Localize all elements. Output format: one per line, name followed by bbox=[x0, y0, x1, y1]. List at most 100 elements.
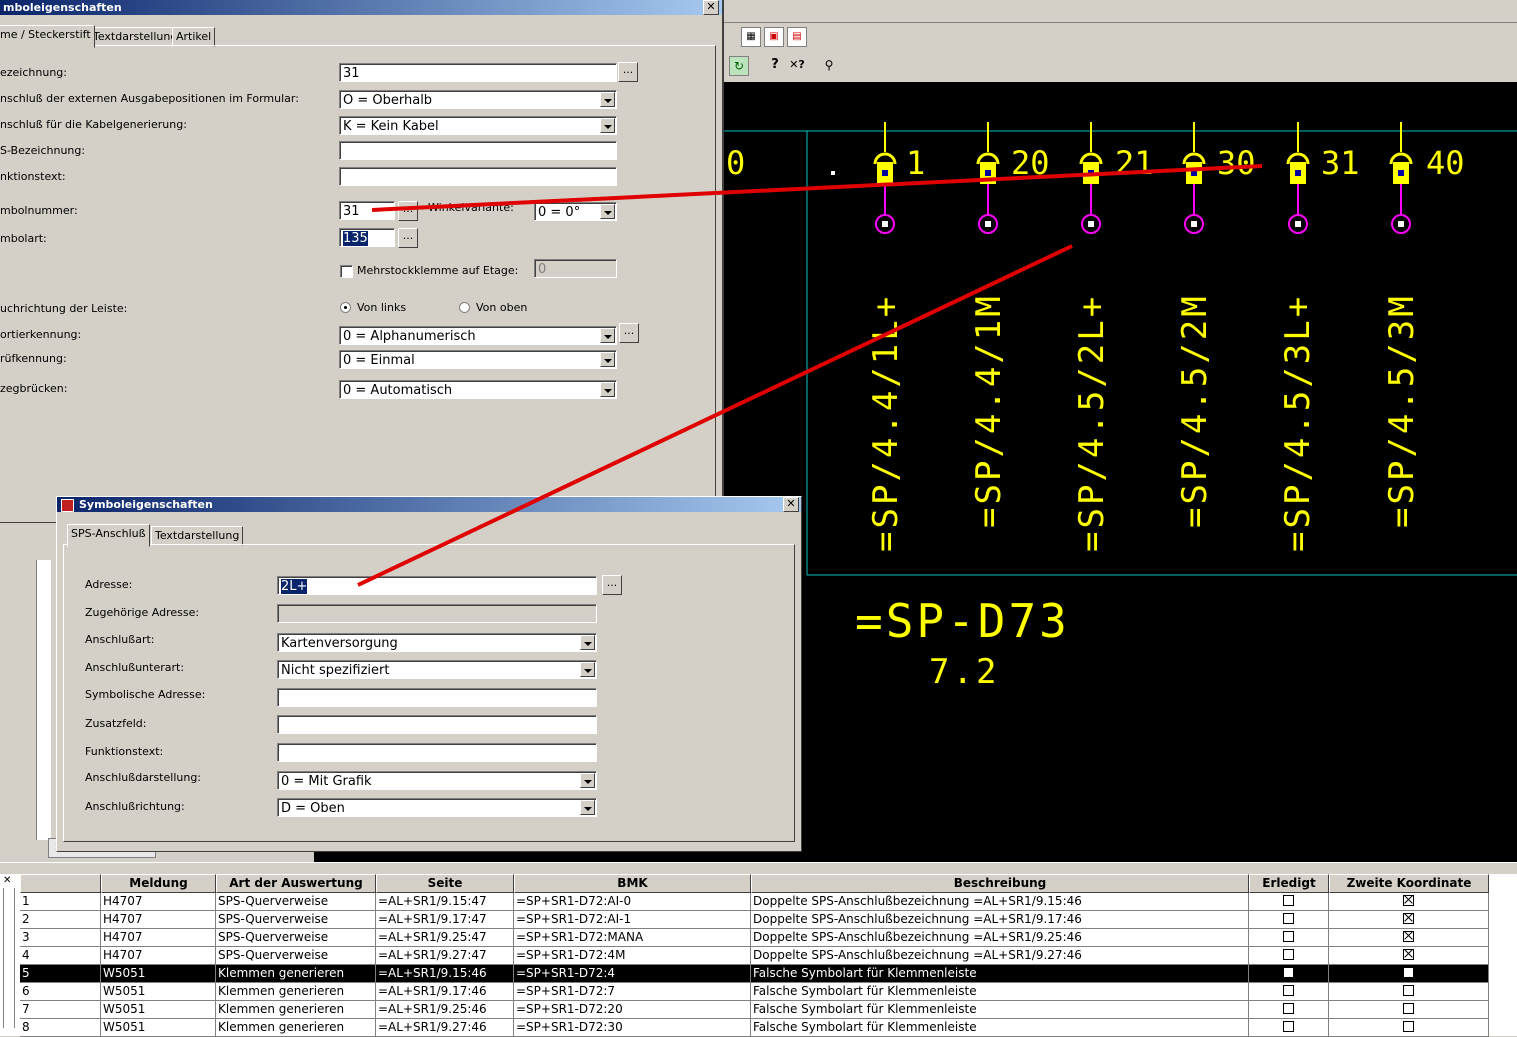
swap-icon[interactable]: ▣ bbox=[764, 27, 784, 47]
winkelvariante-select[interactable]: 0 = 0° bbox=[534, 202, 617, 221]
header-art[interactable]: Art der Auswertung bbox=[216, 874, 376, 893]
table-row[interactable]: 5 W5051 Klemmen generieren =AL+SR1/9.15:46 =… bbox=[0, 965, 1490, 983]
zweite-checkbox[interactable] bbox=[1403, 895, 1414, 906]
symbolart-browse-button[interactable]: ... bbox=[398, 228, 418, 248]
erledigt-checkbox[interactable] bbox=[1283, 985, 1294, 996]
funktionstext-field[interactable] bbox=[339, 167, 617, 186]
terminal-symbol[interactable] bbox=[1389, 122, 1413, 234]
chevron-down-icon[interactable] bbox=[600, 328, 615, 343]
close-icon[interactable]: ✕ bbox=[783, 497, 799, 512]
zweite-checkbox[interactable] bbox=[1403, 1021, 1414, 1032]
chevron-down-icon[interactable] bbox=[600, 92, 615, 107]
pruefkennung-select[interactable]: 0 = Einmal bbox=[339, 350, 617, 369]
chevron-down-icon[interactable] bbox=[600, 118, 615, 133]
context-help-icon[interactable]: ✕? bbox=[788, 56, 806, 74]
adresse-field[interactable]: 2L+ bbox=[277, 576, 597, 595]
symbolische-adresse-field[interactable] bbox=[277, 688, 597, 707]
anschlussunterart-select[interactable]: Nicht spezifiziert bbox=[277, 660, 597, 679]
table-close-icon[interactable]: ✕ bbox=[3, 875, 11, 886]
erledigt-checkbox[interactable] bbox=[1283, 913, 1294, 924]
header-meldung[interactable]: Meldung bbox=[101, 874, 216, 893]
help-icon[interactable]: ? bbox=[766, 56, 784, 74]
zusatzfeld-field[interactable] bbox=[277, 715, 597, 734]
bruecken-select[interactable]: 0 = Automatisch bbox=[339, 380, 617, 399]
tab-textdarstellung[interactable]: Textdarstellung bbox=[151, 526, 244, 546]
chevron-down-icon[interactable] bbox=[580, 635, 595, 650]
table-row[interactable]: 6 W5051 Klemmen generieren =AL+SR1/9.17:46 =… bbox=[0, 983, 1490, 1001]
header-zweite-koordinate[interactable]: Zweite Koordinate bbox=[1329, 874, 1489, 893]
bezeichnung-field[interactable]: 31 bbox=[339, 63, 617, 82]
erledigt-checkbox[interactable] bbox=[1283, 931, 1294, 942]
erledigt-checkbox[interactable] bbox=[1283, 967, 1294, 978]
header-bmk[interactable]: BMK bbox=[514, 874, 751, 893]
tab-sps-anschluss[interactable]: SPS-Anschluß bbox=[67, 524, 150, 547]
cell-bmk: =SP+SR1-D72:4M bbox=[514, 947, 751, 965]
adresse-browse-button[interactable]: ... bbox=[602, 575, 622, 595]
compare-icon[interactable]: ▤ bbox=[787, 27, 807, 47]
sps-bezeichnung-field[interactable] bbox=[339, 141, 617, 160]
zweite-checkbox[interactable] bbox=[1403, 949, 1414, 960]
table-row[interactable]: 3 H4707 SPS-Querverweise =AL+SR1/9.25:47 =SP… bbox=[0, 929, 1490, 947]
mehrstock-checkbox[interactable] bbox=[340, 265, 353, 278]
anschlussdarstellung-select[interactable]: 0 = Mit Grafik bbox=[277, 771, 597, 790]
cad-canvas[interactable]: 0 1 20 21 30 31 40 =SP/4.4/1L+ =SP/4.4/1… bbox=[723, 82, 1517, 862]
chevron-down-icon[interactable] bbox=[600, 382, 615, 397]
header-erledigt[interactable]: Erledigt bbox=[1249, 874, 1329, 893]
anschlussart-select[interactable]: Kartenversorgung bbox=[277, 633, 597, 652]
header-beschreibung[interactable]: Beschreibung bbox=[751, 874, 1249, 893]
symbolnummer-field[interactable]: 31 bbox=[339, 201, 395, 220]
terminal-symbol[interactable] bbox=[1286, 122, 1310, 234]
tab-steckerstift[interactable]: me / Steckerstift bbox=[0, 25, 95, 48]
binoculars-icon[interactable]: ⚲ bbox=[820, 56, 838, 74]
tab-textdarstellung[interactable]: Textdarstellung bbox=[89, 27, 182, 47]
tab-artikel[interactable]: Artikel bbox=[172, 27, 216, 47]
label-anschlussart: Anschlußart: bbox=[85, 633, 155, 646]
chevron-down-icon[interactable] bbox=[580, 773, 595, 788]
table-row[interactable]: 1 H4707 SPS-Querverweise =AL+SR1/9.15:47 =SP… bbox=[0, 893, 1490, 911]
erledigt-checkbox[interactable] bbox=[1283, 1003, 1294, 1014]
chevron-down-icon[interactable] bbox=[580, 662, 595, 677]
chevron-down-icon[interactable] bbox=[580, 800, 595, 815]
symbolart-field[interactable]: 135 bbox=[339, 228, 395, 247]
zweite-checkbox[interactable] bbox=[1403, 913, 1414, 924]
radio-von-links[interactable] bbox=[340, 302, 351, 313]
header-seite[interactable]: Seite bbox=[376, 874, 514, 893]
chevron-down-icon[interactable] bbox=[600, 204, 615, 219]
terminal-symbol[interactable] bbox=[873, 122, 897, 234]
close-icon[interactable]: ✕ bbox=[703, 0, 719, 15]
view-icon[interactable]: ▦ bbox=[741, 27, 761, 47]
terminal-symbol[interactable] bbox=[1079, 122, 1103, 234]
erledigt-checkbox[interactable] bbox=[1283, 949, 1294, 960]
zweite-checkbox[interactable] bbox=[1403, 1003, 1414, 1014]
anschluss-extern-select[interactable]: O = Oberhalb bbox=[339, 90, 617, 109]
cell-seite: =AL+SR1/9.25:46 bbox=[376, 1001, 514, 1019]
etage-spinner[interactable]: 0 bbox=[534, 259, 617, 278]
scrollbar-track[interactable] bbox=[36, 560, 51, 840]
table-row[interactable]: 4 H4707 SPS-Querverweise =AL+SR1/9.27:47 =SP… bbox=[0, 947, 1490, 965]
zweite-checkbox[interactable] bbox=[1403, 931, 1414, 942]
radio-von-oben[interactable] bbox=[459, 302, 470, 313]
table-row[interactable]: 2 H4707 SPS-Querverweise =AL+SR1/9.17:47 =SP… bbox=[0, 911, 1490, 929]
zweite-checkbox[interactable] bbox=[1403, 967, 1414, 978]
cell-art: Klemmen generieren bbox=[216, 983, 376, 1001]
anschlussrichtung-select[interactable]: D = Oben bbox=[277, 798, 597, 817]
sortierkennung-browse-button[interactable]: ... bbox=[619, 323, 639, 343]
terminal-symbol[interactable] bbox=[1182, 122, 1206, 234]
table-row[interactable]: 8 W5051 Klemmen generieren =AL+SR1/9.27:46 =… bbox=[0, 1019, 1490, 1037]
sortierkennung-select[interactable]: 0 = Alphanumerisch bbox=[339, 326, 617, 345]
label-winkelvariante: Winkelvariante: bbox=[428, 201, 514, 214]
cell-meldung: H4707 bbox=[101, 947, 216, 965]
terminal-symbol[interactable] bbox=[976, 122, 1000, 234]
zweite-checkbox[interactable] bbox=[1403, 985, 1414, 996]
funktionstext-field[interactable] bbox=[277, 743, 597, 762]
erledigt-checkbox[interactable] bbox=[1283, 1021, 1294, 1032]
refresh-icon[interactable]: ↻ bbox=[729, 56, 749, 76]
cell-beschreibung: Falsche Symbolart für Klemmenleiste bbox=[751, 965, 1249, 983]
erledigt-checkbox[interactable] bbox=[1283, 895, 1294, 906]
chevron-down-icon[interactable] bbox=[600, 352, 615, 367]
table-row[interactable]: 7 W5051 Klemmen generieren =AL+SR1/9.25:46 =… bbox=[0, 1001, 1490, 1019]
zugehoerige-adresse-field[interactable] bbox=[277, 604, 597, 623]
symbolnummer-browse-button[interactable]: ... bbox=[398, 201, 418, 221]
bezeichnung-browse-button[interactable]: ... bbox=[618, 62, 638, 82]
anschluss-kabel-select[interactable]: K = Kein Kabel bbox=[339, 116, 617, 135]
